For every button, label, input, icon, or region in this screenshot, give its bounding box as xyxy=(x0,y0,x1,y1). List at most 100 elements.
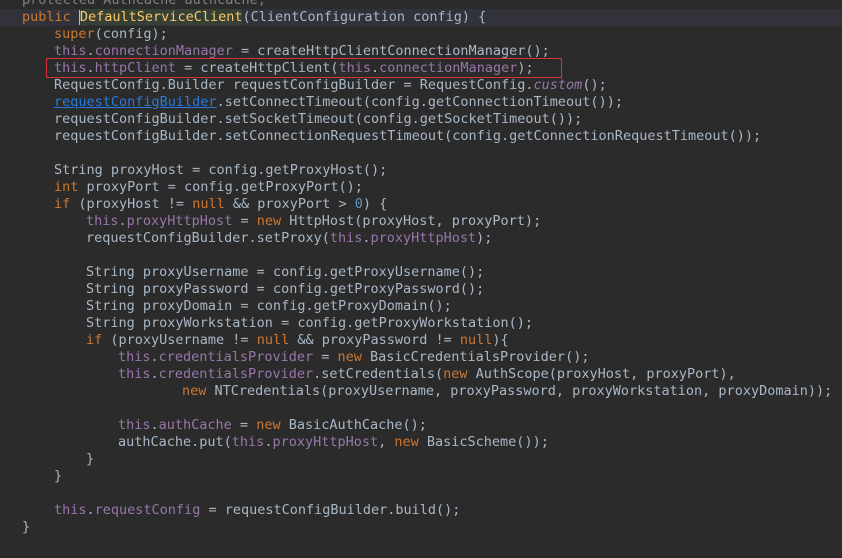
code-token: (); xyxy=(582,77,607,93)
code-token: requestConfig xyxy=(94,502,201,518)
code-line[interactable]: this.credentialsProvider.setCredentials(… xyxy=(0,366,842,383)
code-token: credentialsProvider xyxy=(158,349,314,365)
code-token: DefaultServiceClient xyxy=(79,9,243,25)
code-token: requestConfigBuilder xyxy=(54,94,217,110)
code-token: this xyxy=(118,366,151,382)
code-token: this xyxy=(54,43,87,59)
code-token: String proxyPassword = config.getProxyPa… xyxy=(86,281,485,297)
code-token: connectionManager xyxy=(94,43,233,59)
code-token: = xyxy=(313,349,338,365)
code-line[interactable]: } xyxy=(0,519,842,536)
code-line[interactable]: public DefaultServiceClient(ClientConfig… xyxy=(0,9,842,26)
code-line[interactable]: this.proxyHttpHost = new HttpHost(proxyH… xyxy=(0,213,842,230)
code-line[interactable]: } xyxy=(0,468,842,485)
code-token: proxyHttpHost xyxy=(272,434,379,450)
code-token: requestConfigBuilder.setProxy( xyxy=(86,230,330,246)
code-token: authCache.put( xyxy=(118,434,232,450)
code-line[interactable]: int proxyPort = config.getProxyPort(); xyxy=(0,179,842,196)
code-token: } xyxy=(22,519,31,535)
code-token: requestConfigBuilder xyxy=(232,77,396,93)
code-token: = RequestConfig. xyxy=(395,77,534,93)
code-line[interactable]: } xyxy=(0,451,842,468)
code-line[interactable]: String proxyHost = config.getProxyHost()… xyxy=(0,162,842,179)
code-token: authCache xyxy=(158,417,232,433)
code-line[interactable]: this.authCache = new BasicAuthCache(); xyxy=(0,417,842,434)
code-line[interactable]: authCache.put(this.proxyHttpHost, new Ba… xyxy=(0,434,842,451)
code-token: ); xyxy=(476,230,493,246)
code-line[interactable] xyxy=(0,247,842,264)
code-token: && proxyPort > xyxy=(232,196,355,212)
code-token: this xyxy=(118,417,151,433)
code-line[interactable]: requestConfigBuilder.setConnectTimeout(c… xyxy=(0,94,842,111)
code-token: String proxyDomain = config.getProxyDoma… xyxy=(86,298,452,314)
code-token: .setCredentials( xyxy=(313,366,444,382)
code-line[interactable]: this.requestConfig = requestConfigBuilde… xyxy=(0,502,842,519)
code-token: (proxyHost != xyxy=(78,196,193,212)
code-line[interactable]: String proxyPassword = config.getProxyPa… xyxy=(0,281,842,298)
code-line[interactable] xyxy=(0,400,842,417)
code-token: proxyPort = config.getProxyPort(); xyxy=(86,179,363,195)
code-line[interactable]: RequestConfig.Builder requestConfigBuild… xyxy=(0,77,842,94)
code-token: this xyxy=(86,213,119,229)
code-token: . xyxy=(86,502,95,518)
code-line[interactable]: String proxyDomain = config.getProxyDoma… xyxy=(0,298,842,315)
code-token: public xyxy=(22,9,79,25)
code-token: if xyxy=(54,196,79,212)
code-token: 0 xyxy=(354,196,363,212)
code-token: } xyxy=(86,451,95,467)
code-line[interactable]: requestConfigBuilder.setSocketTimeout(co… xyxy=(0,111,842,128)
code-editor[interactable]: protected AuthCache authCache; public Def… xyxy=(0,0,842,558)
code-token: } xyxy=(54,468,63,484)
code-token: . xyxy=(362,230,371,246)
code-line[interactable]: protected AuthCache authCache; xyxy=(0,0,842,9)
code-token: , xyxy=(378,434,395,450)
code-token: (config); xyxy=(94,26,168,42)
code-token: . xyxy=(150,417,159,433)
code-token: HttpHost(proxyHost, proxyPort); xyxy=(289,213,542,229)
code-token: new xyxy=(256,213,290,229)
code-token: (ClientConfiguration config) { xyxy=(242,9,487,25)
code-token: this xyxy=(118,349,151,365)
code-token: custom xyxy=(533,77,583,93)
code-token: proxyHttpHost xyxy=(370,230,477,246)
code-token: = xyxy=(231,417,257,433)
code-token: super xyxy=(54,26,95,42)
code-token: null xyxy=(459,332,493,348)
code-token: RequestConfig.Builder xyxy=(54,77,233,93)
code-token: ){ xyxy=(492,332,509,348)
code-token: && proxyPassword != xyxy=(297,332,460,348)
code-token: BasicScheme()); xyxy=(426,434,549,450)
code-token: this xyxy=(54,502,87,518)
code-line[interactable]: super(config); xyxy=(0,26,842,43)
code-line[interactable]: String proxyWorkstation = config.getProx… xyxy=(0,315,842,332)
code-token: this xyxy=(231,434,265,450)
code-token: ) { xyxy=(362,196,388,212)
code-token: . xyxy=(86,43,95,59)
code-line[interactable] xyxy=(0,485,842,502)
code-token: credentialsProvider xyxy=(158,366,314,382)
code-line[interactable]: this.credentialsProvider = new BasicCred… xyxy=(0,349,842,366)
code-token: = createHttpClientConnectionManager(); xyxy=(232,43,550,59)
code-token: String proxyUsername = config.getProxyUs… xyxy=(86,264,485,280)
code-token: requestConfigBuilder.setConnectionReques… xyxy=(54,128,762,144)
code-token: protected AuthCache authCache; xyxy=(22,0,266,8)
code-token: new xyxy=(182,383,215,399)
code-token: .setConnectTimeout(config.getConnectionT… xyxy=(216,94,623,110)
code-line[interactable]: new NTCredentials(proxyUsername, proxyPa… xyxy=(0,383,842,400)
code-line[interactable]: requestConfigBuilder.setProxy(this.proxy… xyxy=(0,230,842,247)
code-token: AuthScope(proxyHost, proxyPort), xyxy=(475,366,736,382)
code-token: NTCredentials(proxyUsername, proxyPasswo… xyxy=(214,383,833,399)
code-token: new xyxy=(256,417,289,433)
code-line[interactable]: if (proxyUsername != null && proxyPasswo… xyxy=(0,332,842,349)
code-line[interactable]: if (proxyHost != null && proxyPort > 0) … xyxy=(0,196,842,213)
code-token: BasicAuthCache(); xyxy=(288,417,427,433)
code-token: new xyxy=(443,366,476,382)
code-line[interactable] xyxy=(0,145,842,162)
code-token: . xyxy=(118,213,127,229)
code-line[interactable]: String proxyUsername = config.getProxyUs… xyxy=(0,264,842,281)
code-token: String proxyHost = config.getProxyHost()… xyxy=(54,162,388,178)
code-line[interactable]: requestConfigBuilder.setConnectionReques… xyxy=(0,128,842,145)
code-token: this xyxy=(329,230,363,246)
highlight-box xyxy=(46,58,562,78)
code-token: null xyxy=(256,332,298,348)
